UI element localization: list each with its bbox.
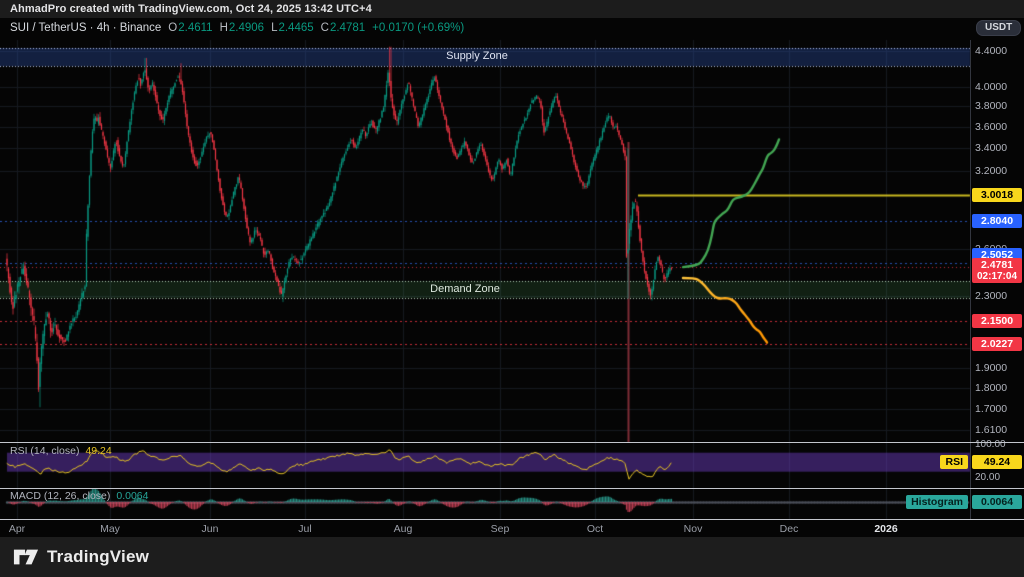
price-tick-2.3000: 2.3000 (975, 290, 1007, 302)
price-tick-3.6000: 3.6000 (975, 121, 1007, 133)
price-tick-1.9000: 1.9000 (975, 362, 1007, 374)
symbol-info-row[interactable]: SUI / TetherUS · 4h · Binance O2.4611 H2… (10, 22, 464, 34)
pane-divider-main-rsi[interactable] (0, 442, 1024, 443)
price-tick-1.7000: 1.7000 (975, 403, 1007, 415)
tradingview-chart-app: AhmadPro created with TradingView.com, O… (0, 0, 1024, 577)
rsi-value: 49.24 (85, 445, 111, 457)
attribution-text: AhmadPro created with TradingView.com, O… (10, 3, 372, 15)
symbol-title[interactable]: SUI / TetherUS · 4h · Binance (10, 22, 161, 34)
time-tick-Dec: Dec (780, 523, 799, 535)
pane-divider-rsi-macd[interactable] (0, 488, 1024, 489)
supply-zone-label[interactable]: Supply Zone (432, 50, 522, 62)
currency-toggle-button[interactable]: USDT (976, 20, 1021, 36)
macd-indicator-legend[interactable]: MACD (12, 26, close) 0.0064 (10, 490, 149, 502)
time-tick-2026: 2026 (874, 523, 897, 535)
time-tick-Sep: Sep (491, 523, 510, 535)
time-tick-Jun: Jun (202, 523, 219, 535)
close-value: C2.4781 (321, 22, 366, 34)
price-tick-3.2000: 3.2000 (975, 165, 1007, 177)
macd-title[interactable]: MACD (12, 26, close) (10, 490, 110, 502)
time-axis-border (0, 519, 1024, 520)
macd-value: 0.0064 (116, 490, 148, 502)
tradingview-logo-text: TradingView (47, 547, 149, 567)
rsi-scale-top: 100.00 (975, 439, 1006, 450)
price-badge-2.1500: 2.1500 (972, 314, 1022, 328)
price-badge-2.8040: 2.8040 (972, 214, 1022, 228)
time-tick-Nov: Nov (684, 523, 703, 535)
rsi-axis-badge-label: RSI (940, 455, 968, 469)
attribution-bar: AhmadPro created with TradingView.com, O… (0, 0, 1024, 18)
open-value: O2.4611 (168, 22, 212, 34)
footer-bar: TradingView (0, 537, 1024, 577)
change-value: +0.0170 (+0.69%) (372, 22, 464, 34)
high-value: H2.4906 (220, 22, 265, 34)
macd-axis-badge-value: 0.0064 (972, 495, 1022, 509)
price-chart-canvas[interactable] (0, 0, 1024, 577)
price-tick-1.6100: 1.6100 (975, 424, 1007, 436)
price-badge-2.0227: 2.0227 (972, 337, 1022, 351)
countdown-timer: 02:17:04 (972, 271, 1022, 282)
rsi-axis-badge-value: 49.24 (972, 455, 1022, 469)
price-tick-4.0000: 4.0000 (975, 81, 1007, 93)
price-badge-3.0018: 3.0018 (972, 188, 1022, 202)
rsi-title[interactable]: RSI (14, close) (10, 445, 79, 457)
time-tick-Jul: Jul (298, 523, 311, 535)
price-tick-1.8000: 1.8000 (975, 382, 1007, 394)
time-tick-Oct: Oct (587, 523, 603, 535)
time-tick-Aug: Aug (394, 523, 413, 535)
price-tick-3.4000: 3.4000 (975, 142, 1007, 154)
rsi-scale-bottom: 20.00 (975, 472, 1000, 483)
price-badge-2.4781: 2.478102:17:04 (972, 258, 1022, 283)
time-tick-Apr: Apr (9, 523, 25, 535)
tradingview-logo[interactable]: TradingView (13, 547, 149, 567)
price-tick-3.8000: 3.8000 (975, 100, 1007, 112)
low-value: L2.4465 (271, 22, 314, 34)
rsi-indicator-legend[interactable]: RSI (14, close) 49.24 (10, 445, 112, 457)
demand-zone-label[interactable]: Demand Zone (420, 283, 510, 295)
price-axis-separator[interactable] (970, 40, 971, 519)
time-tick-May: May (100, 523, 120, 535)
tradingview-logo-icon (13, 548, 39, 566)
price-tick-4.4000: 4.4000 (975, 45, 1007, 57)
macd-axis-badge-label: Histogram (906, 495, 968, 509)
